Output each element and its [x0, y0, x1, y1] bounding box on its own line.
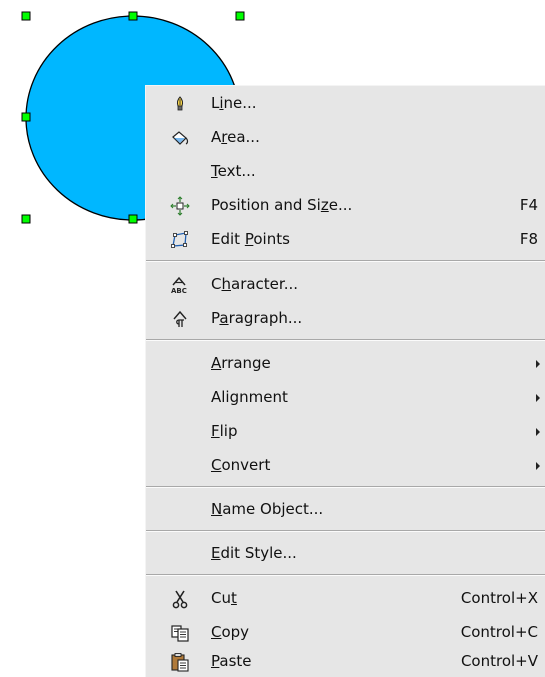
position-size-icon: [170, 196, 190, 216]
selection-handle-bottom-left[interactable]: [21, 214, 31, 224]
menu-item-text[interactable]: Text...: [146, 154, 545, 189]
menu-separator: [146, 574, 545, 576]
menu-item-convert[interactable]: Convert: [146, 448, 545, 483]
shortcut-control-x: Control+X: [460, 589, 538, 607]
menu-item-name-object[interactable]: Name Object...: [146, 492, 545, 527]
shortcut-control-v: Control+V: [460, 652, 538, 670]
menu-item-flip[interactable]: Flip: [146, 414, 545, 449]
shortcut-f4: F4: [519, 196, 538, 214]
menu-item-line[interactable]: Line...: [146, 86, 545, 121]
shortcut-control-c: Control+C: [460, 623, 538, 641]
menu-item-character[interactable]: ABC Character...: [146, 267, 545, 302]
context-menu: Line... Area... Text... Position and Siz…: [145, 85, 545, 650]
menu-item-position-and-size[interactable]: Position and Size... F4: [146, 188, 545, 223]
menu-item-copy-label: Copy: [211, 623, 250, 641]
selection-handle-top-left[interactable]: [21, 11, 31, 21]
scissors-icon: [170, 589, 190, 609]
menu-separator: [146, 339, 545, 341]
line-icon: [170, 94, 190, 114]
menu-item-paragraph[interactable]: Paragraph...: [146, 301, 545, 336]
submenu-arrow-icon: [536, 360, 540, 368]
menu-item-paste[interactable]: Paste Control+V: [146, 644, 545, 677]
menu-item-paragraph-label: Paragraph...: [211, 309, 303, 327]
menu-item-alignment[interactable]: Alignment: [146, 380, 545, 415]
selection-handle-top-center[interactable]: [128, 11, 138, 21]
menu-item-arrange-label: Arrange: [211, 354, 271, 372]
menu-item-cut[interactable]: Cut Control+X: [146, 581, 545, 616]
submenu-arrow-icon: [536, 394, 540, 402]
svg-text:ABC: ABC: [171, 287, 187, 295]
menu-item-character-label: Character...: [211, 275, 299, 293]
menu-item-cut-label: Cut: [211, 589, 237, 607]
context-menu-tail: Paste Control+V: [145, 650, 545, 677]
menu-separator: [146, 486, 545, 488]
edit-points-icon: [170, 230, 190, 250]
menu-item-line-label: Line...: [211, 94, 257, 112]
menu-item-position-and-size-label: Position and Size...: [211, 196, 353, 214]
copy-icon: [170, 623, 190, 643]
menu-item-text-label: Text...: [211, 162, 256, 180]
character-icon: ABC: [170, 275, 190, 295]
menu-item-alignment-label: Alignment: [211, 388, 288, 406]
submenu-arrow-icon: [536, 428, 540, 436]
menu-separator: [146, 530, 545, 532]
menu-item-edit-style[interactable]: Edit Style...: [146, 536, 545, 571]
menu-item-area[interactable]: Area...: [146, 120, 545, 155]
menu-item-flip-label: Flip: [211, 422, 238, 440]
menu-item-edit-style-label: Edit Style...: [211, 544, 297, 562]
area-icon: [170, 128, 190, 148]
selection-handle-bottom-center[interactable]: [128, 214, 138, 224]
paragraph-icon: [170, 309, 190, 329]
drawing-canvas[interactable]: Line... Area... Text... Position and Siz…: [0, 0, 545, 677]
menu-item-area-label: Area...: [211, 128, 260, 146]
submenu-arrow-icon: [536, 462, 540, 470]
selection-handle-middle-left[interactable]: [21, 112, 31, 122]
menu-item-convert-label: Convert: [211, 456, 271, 474]
menu-item-arrange[interactable]: Arrange: [146, 346, 545, 381]
menu-item-edit-points-label: Edit Points: [211, 230, 290, 248]
menu-item-edit-points[interactable]: Edit Points F8: [146, 222, 545, 257]
paste-icon: [170, 652, 190, 672]
menu-separator: [146, 260, 545, 262]
menu-item-paste-label: Paste: [211, 652, 252, 670]
menu-item-name-object-label: Name Object...: [211, 500, 324, 518]
shortcut-f8: F8: [519, 230, 538, 248]
selection-handle-top-right[interactable]: [235, 11, 245, 21]
